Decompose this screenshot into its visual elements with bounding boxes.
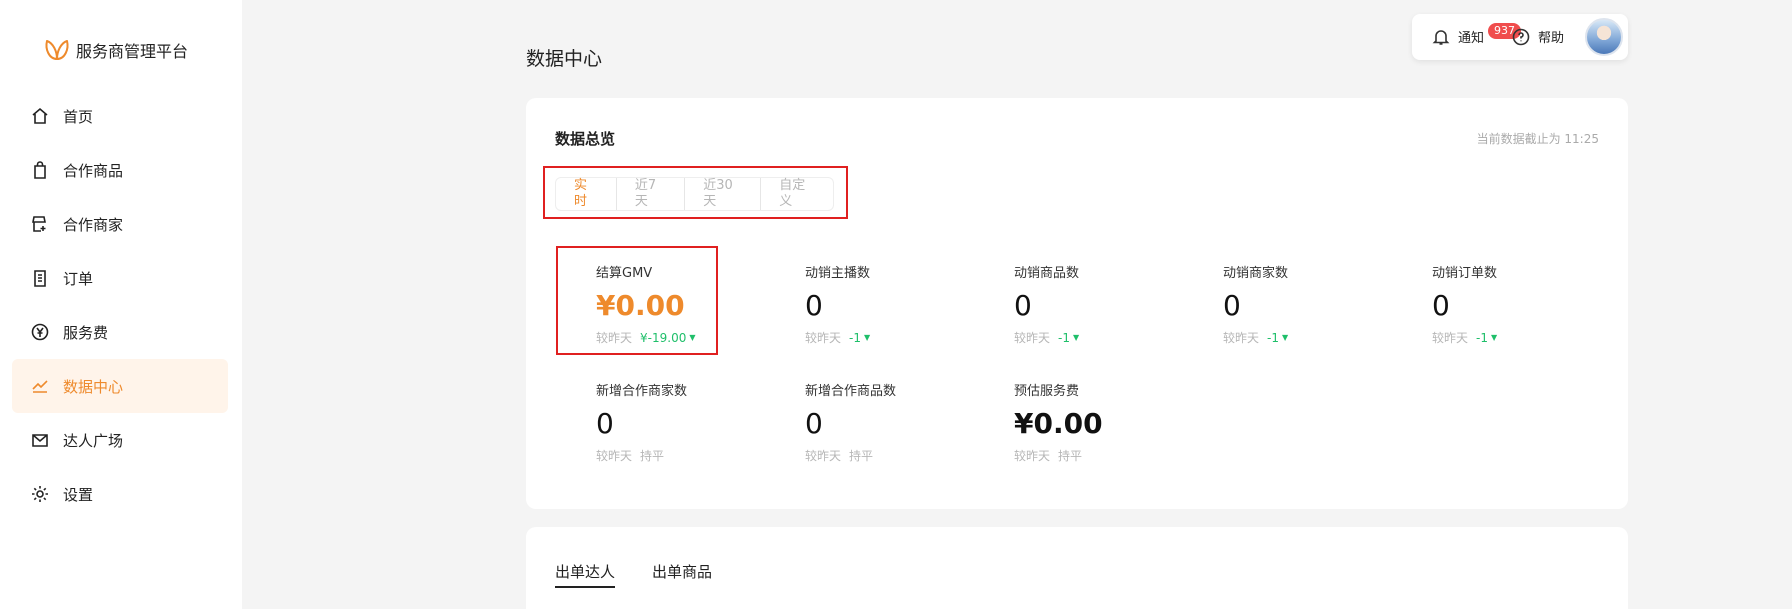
home-icon	[32, 107, 48, 124]
sidebar-item-merchants[interactable]: 合作商家	[12, 197, 228, 251]
triangle-down-icon: ▼	[863, 333, 871, 342]
brand-logo-icon	[45, 40, 69, 61]
triangle-down-icon: ▼	[1072, 333, 1080, 342]
stat-compare: 较昨天 -1 ▼	[805, 329, 995, 346]
stat-compare: 较昨天 -1 ▼	[1223, 329, 1413, 346]
ranking-card: 出单达人 出单商品	[526, 527, 1628, 609]
question-icon	[1512, 28, 1530, 45]
stat-estimated-service-fee: 预估服务费 ¥0.00 较昨天 持平	[1014, 380, 1204, 464]
stat-value: ¥0.00	[1014, 407, 1103, 440]
sidebar-item-label: 设置	[63, 485, 94, 504]
bell-icon	[1432, 29, 1450, 45]
highlight-box-time-tabs	[543, 166, 848, 219]
sidebar-nav: 首页 合作商品 合作商家 订单 服务费 数据中心 达人广场 设置	[12, 89, 228, 521]
triangle-down-icon: ▼	[1281, 333, 1289, 342]
stat-compare: 较昨天 持平	[1014, 447, 1204, 464]
stat-active-orders: 动销订单数 0 较昨天 -1 ▼	[1432, 262, 1622, 346]
stat-value: 0	[1223, 289, 1241, 322]
help-button[interactable]: 帮助	[1512, 27, 1564, 46]
sidebar-item-talent-square[interactable]: 达人广场	[12, 413, 228, 467]
page-title: 数据中心	[526, 48, 603, 70]
sidebar-item-home[interactable]: 首页	[12, 89, 228, 143]
compare-label: 较昨天	[596, 449, 633, 463]
stat-value: 0	[596, 407, 614, 440]
compare-label: 较昨天	[1014, 449, 1051, 463]
sidebar: 服务商管理平台 首页 合作商品 合作商家 订单 服务费 数据中心 达人广场 设置	[0, 0, 242, 609]
delta-value: -1	[1476, 330, 1488, 345]
stat-delta: 持平	[640, 449, 665, 463]
stat-compare: 较昨天 持平	[805, 447, 995, 464]
stat-value: 0	[1014, 289, 1032, 322]
sidebar-item-products[interactable]: 合作商品	[12, 143, 228, 197]
stat-delta: 持平	[1058, 449, 1083, 463]
stat-label: 动销商家数	[1223, 266, 1289, 281]
notification-button[interactable]: 通知 937	[1432, 23, 1521, 46]
data-overview-card: 数据总览 当前数据截止为 11:25 实时 近7天 近30天 自定义 结算GMV…	[526, 98, 1628, 509]
compare-label: 较昨天	[1014, 331, 1051, 345]
stat-value: 0	[1432, 289, 1450, 322]
mail-icon	[32, 434, 48, 447]
sidebar-item-label: 合作商家	[63, 215, 124, 234]
stat-new-products: 新增合作商品数 0 较昨天 持平	[805, 380, 995, 464]
brand[interactable]: 服务商管理平台	[44, 38, 188, 62]
sidebar-item-label: 首页	[63, 107, 94, 126]
stat-compare: 较昨天 -1 ▼	[1014, 329, 1204, 346]
stat-label: 新增合作商家数	[596, 384, 688, 399]
tab-top-talents[interactable]: 出单达人	[555, 561, 616, 588]
sidebar-item-label: 合作商品	[63, 161, 124, 180]
stat-compare: 较昨天 -1 ▼	[1432, 329, 1622, 346]
delta-value: -1	[849, 330, 861, 345]
sidebar-item-label: 订单	[63, 269, 94, 288]
notification-label: 通知	[1458, 31, 1485, 46]
sidebar-item-label: 达人广场	[63, 431, 124, 450]
stat-label: 新增合作商品数	[805, 384, 897, 399]
shopping-bag-icon	[34, 161, 46, 179]
yen-icon	[31, 323, 49, 341]
tab-top-products[interactable]: 出单商品	[652, 561, 712, 582]
order-icon	[34, 270, 46, 287]
stat-active-merchants: 动销商家数 0 较昨天 -1 ▼	[1223, 262, 1413, 346]
brand-name: 服务商管理平台	[76, 42, 189, 61]
stat-new-merchants: 新增合作商家数 0 较昨天 持平	[596, 380, 786, 464]
compare-label: 较昨天	[805, 449, 842, 463]
sidebar-item-settings[interactable]: 设置	[12, 467, 228, 521]
stat-value: 0	[805, 407, 823, 440]
stat-label: 动销商品数	[1014, 266, 1080, 281]
stat-delta: -1 ▼	[1058, 331, 1079, 345]
update-time: 当前数据截止为 11:25	[1476, 132, 1599, 146]
overview-title: 数据总览	[555, 130, 616, 148]
chart-icon	[32, 380, 48, 393]
gear-icon	[32, 486, 48, 502]
stat-label: 动销主播数	[805, 266, 871, 281]
highlight-box-gmv	[556, 246, 718, 355]
sidebar-item-label: 服务费	[63, 323, 109, 342]
stat-value: 0	[805, 289, 823, 322]
stat-active-products: 动销商品数 0 较昨天 -1 ▼	[1014, 262, 1204, 346]
sidebar-item-label: 数据中心	[63, 377, 124, 396]
stat-delta: -1 ▼	[1267, 331, 1288, 345]
stat-delta: -1 ▼	[1476, 331, 1497, 345]
stat-delta: -1 ▼	[849, 331, 870, 345]
compare-label: 较昨天	[1223, 331, 1260, 345]
delta-value: -1	[1267, 330, 1279, 345]
sidebar-item-service-fee[interactable]: 服务费	[12, 305, 228, 359]
compare-label: 较昨天	[805, 331, 842, 345]
stat-label: 动销订单数	[1432, 266, 1498, 281]
stat-delta: 持平	[849, 449, 874, 463]
stat-compare: 较昨天 持平	[596, 447, 786, 464]
help-label: 帮助	[1538, 31, 1565, 46]
stat-label: 预估服务费	[1014, 384, 1080, 399]
triangle-down-icon: ▼	[1490, 333, 1498, 342]
delta-value: -1	[1058, 330, 1070, 345]
sidebar-item-data-center[interactable]: 数据中心	[12, 359, 228, 413]
stat-active-streamers: 动销主播数 0 较昨天 -1 ▼	[805, 262, 995, 346]
top-action-bar: 通知 937 帮助	[1412, 14, 1628, 60]
compare-label: 较昨天	[1432, 331, 1469, 345]
user-avatar[interactable]	[1585, 18, 1623, 56]
merchant-icon	[32, 216, 46, 232]
sidebar-item-orders[interactable]: 订单	[12, 251, 228, 305]
